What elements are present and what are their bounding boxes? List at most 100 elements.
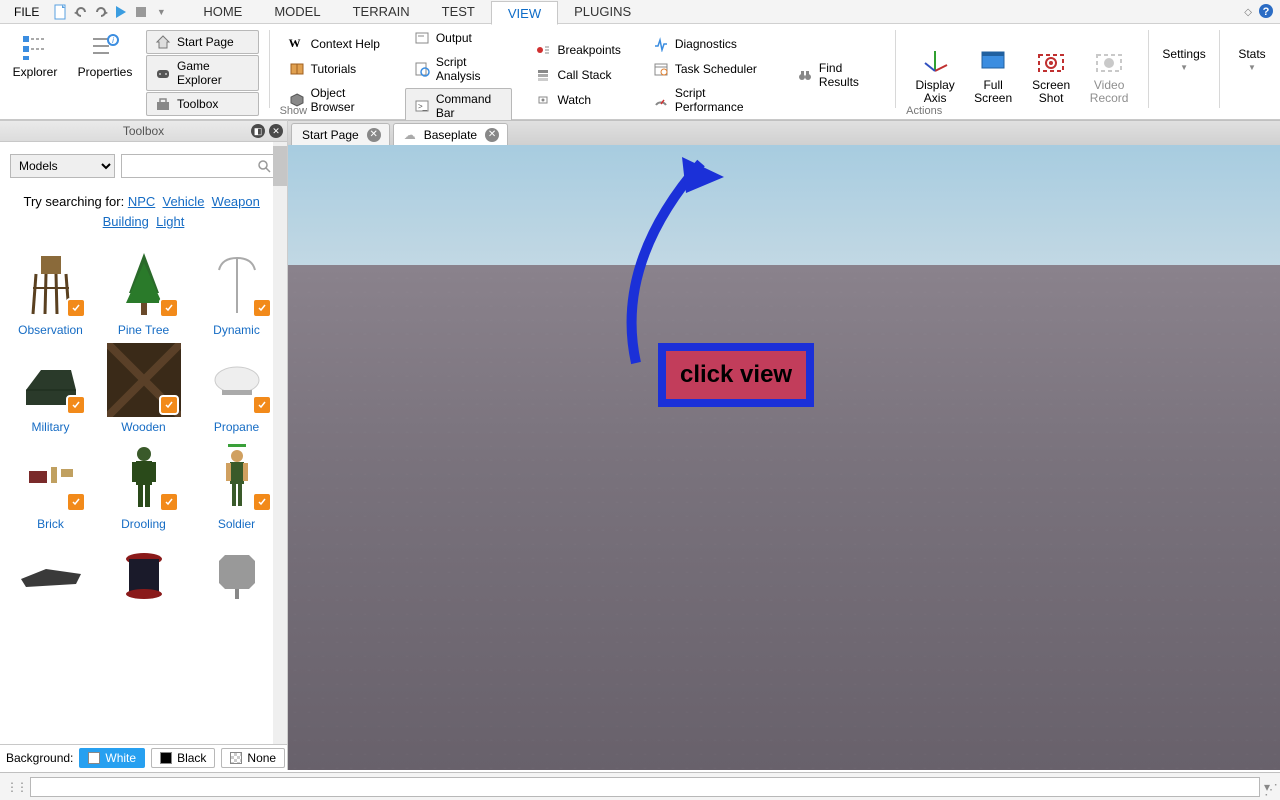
viewport-tabs: Start Page✕ ☁Baseplate✕: [288, 120, 1280, 145]
analysis-icon: [414, 61, 430, 77]
viewport-tab-start-page[interactable]: Start Page✕: [291, 123, 390, 145]
diagnostics-icon: [653, 36, 669, 52]
toolbox-icon: [155, 96, 171, 112]
ribbon-tabs: HOME MODEL TERRAIN TEST VIEW PLUGINS: [187, 0, 647, 24]
bg-black-button[interactable]: Black: [151, 748, 215, 768]
tab-home[interactable]: HOME: [187, 0, 258, 24]
toolbox-grid: Observation Pine Tree Dynamic Military W…: [0, 240, 287, 744]
toolbox-header: Toolbox ◧ ✕: [0, 120, 287, 142]
svg-text:?: ?: [1263, 6, 1270, 18]
tab-test[interactable]: TEST: [426, 0, 491, 24]
toolbox-button[interactable]: Toolbox: [146, 92, 259, 116]
start-page-button[interactable]: Start Page: [146, 30, 259, 54]
find-results-button[interactable]: Find Results: [788, 57, 885, 93]
suggestion-vehicle[interactable]: Vehicle: [163, 194, 205, 209]
tab-terrain[interactable]: TERRAIN: [337, 0, 426, 24]
redo-icon[interactable]: [93, 4, 109, 20]
endorsed-badge-icon: [159, 298, 179, 318]
breakpoint-icon: [535, 42, 551, 58]
bg-white-button[interactable]: White: [79, 748, 145, 768]
close-tab-icon[interactable]: ✕: [367, 128, 381, 142]
tutorials-button[interactable]: Tutorials: [280, 57, 391, 81]
bg-none-button[interactable]: None: [221, 748, 285, 768]
toolbox-panel: Toolbox ◧ ✕ Models Try searching for: NP…: [0, 120, 288, 770]
toolbox-item[interactable]: Dynamic: [196, 246, 278, 337]
terminal-icon: >_: [414, 98, 430, 114]
annotation-callout: click view: [658, 343, 814, 407]
new-icon[interactable]: [53, 4, 69, 20]
endorsed-badge-icon: [252, 492, 272, 512]
actions-group-label: Actions: [906, 105, 942, 117]
undock-icon[interactable]: ◧: [251, 124, 265, 138]
script-analysis-button[interactable]: Script Analysis: [405, 51, 513, 87]
command-bar-button[interactable]: >_Command Bar: [405, 88, 513, 124]
book-icon: [289, 61, 305, 77]
full-screen-button[interactable]: Full Screen: [964, 43, 1022, 107]
collapse-ribbon-icon[interactable]: ◇: [1244, 7, 1252, 18]
call-stack-button[interactable]: Call Stack: [526, 63, 629, 87]
suggestion-building[interactable]: Building: [103, 214, 149, 229]
close-panel-icon[interactable]: ✕: [269, 124, 283, 138]
endorsed-badge-icon: [66, 395, 86, 415]
binoculars-icon: [797, 67, 813, 83]
stats-button[interactable]: Stats ▼: [1230, 30, 1274, 74]
command-input[interactable]: [30, 777, 1260, 797]
diagnostics-button[interactable]: Diagnostics: [644, 32, 774, 56]
play-icon[interactable]: [113, 4, 129, 20]
viewport-tab-baseplate[interactable]: ☁Baseplate✕: [393, 123, 508, 145]
toolbox-item[interactable]: Military: [10, 343, 92, 434]
stop-icon[interactable]: [133, 4, 149, 20]
quick-access-toolbar: ▼: [53, 4, 169, 20]
game-explorer-icon: [155, 65, 171, 81]
suggestion-weapon[interactable]: Weapon: [212, 194, 260, 209]
endorsed-badge-icon: [252, 298, 272, 318]
output-button[interactable]: Output: [405, 26, 513, 50]
toolbox-category-select[interactable]: Models: [10, 154, 115, 178]
3d-viewport[interactable]: click view: [288, 145, 1280, 770]
toolbox-item[interactable]: Brick: [10, 440, 92, 531]
toolbox-scrollbar[interactable]: [273, 142, 287, 744]
explorer-button[interactable]: Explorer: [6, 30, 64, 81]
output-icon: [414, 30, 430, 46]
tab-model[interactable]: MODEL: [258, 0, 336, 24]
endorsed-badge-icon: [159, 492, 179, 512]
tab-plugins[interactable]: PLUGINS: [558, 0, 647, 24]
toolbox-item[interactable]: [10, 537, 92, 611]
endorsed-badge-icon: [252, 395, 272, 415]
properties-button[interactable]: i Properties: [76, 30, 134, 81]
undo-icon[interactable]: [73, 4, 89, 20]
script-performance-button[interactable]: Script Performance: [644, 82, 774, 118]
toolbox-item[interactable]: Pine Tree: [103, 246, 185, 337]
watch-button[interactable]: Watch: [526, 88, 629, 112]
watch-icon: [535, 92, 551, 108]
suggestion-light[interactable]: Light: [156, 214, 184, 229]
toolbox-item[interactable]: Soldier: [196, 440, 278, 531]
toolbox-item[interactable]: [103, 537, 185, 611]
stack-icon: [535, 67, 551, 83]
toolbox-item[interactable]: Observation: [10, 246, 92, 337]
settings-button[interactable]: Settings ▼: [1159, 30, 1209, 74]
suggestion-npc[interactable]: NPC: [128, 194, 155, 209]
tab-view[interactable]: VIEW: [491, 1, 558, 25]
command-bar: ⋮⋮ ▾: [0, 772, 1280, 800]
video-record-button[interactable]: Video Record: [1080, 43, 1138, 107]
task-scheduler-button[interactable]: Task Scheduler: [644, 57, 774, 81]
close-tab-icon[interactable]: ✕: [485, 128, 499, 142]
game-explorer-button[interactable]: Game Explorer: [146, 55, 259, 91]
display-axis-button[interactable]: Display Axis: [906, 43, 964, 107]
help-icon[interactable]: ?: [1258, 3, 1274, 22]
file-menu[interactable]: FILE: [8, 5, 49, 19]
toolbox-search-input[interactable]: [121, 154, 277, 178]
toolbox-suggestions: Try searching for: NPC Vehicle Weapon Bu…: [0, 184, 287, 240]
toolbox-item[interactable]: Propane: [196, 343, 278, 434]
grip-icon[interactable]: ⋮⋮: [6, 780, 26, 794]
toolbox-item[interactable]: Drooling: [103, 440, 185, 531]
context-help-button[interactable]: WContext Help: [280, 32, 391, 56]
toolbox-item[interactable]: [196, 537, 278, 611]
resize-grip-icon[interactable]: ⋰: [1264, 781, 1278, 798]
breakpoints-button[interactable]: Breakpoints: [526, 38, 629, 62]
dropdown-icon[interactable]: ▼: [153, 4, 169, 20]
toolbox-item[interactable]: Wooden: [103, 343, 185, 434]
screen-shot-button[interactable]: Screen Shot: [1022, 43, 1080, 107]
endorsed-badge-icon: [159, 395, 179, 415]
